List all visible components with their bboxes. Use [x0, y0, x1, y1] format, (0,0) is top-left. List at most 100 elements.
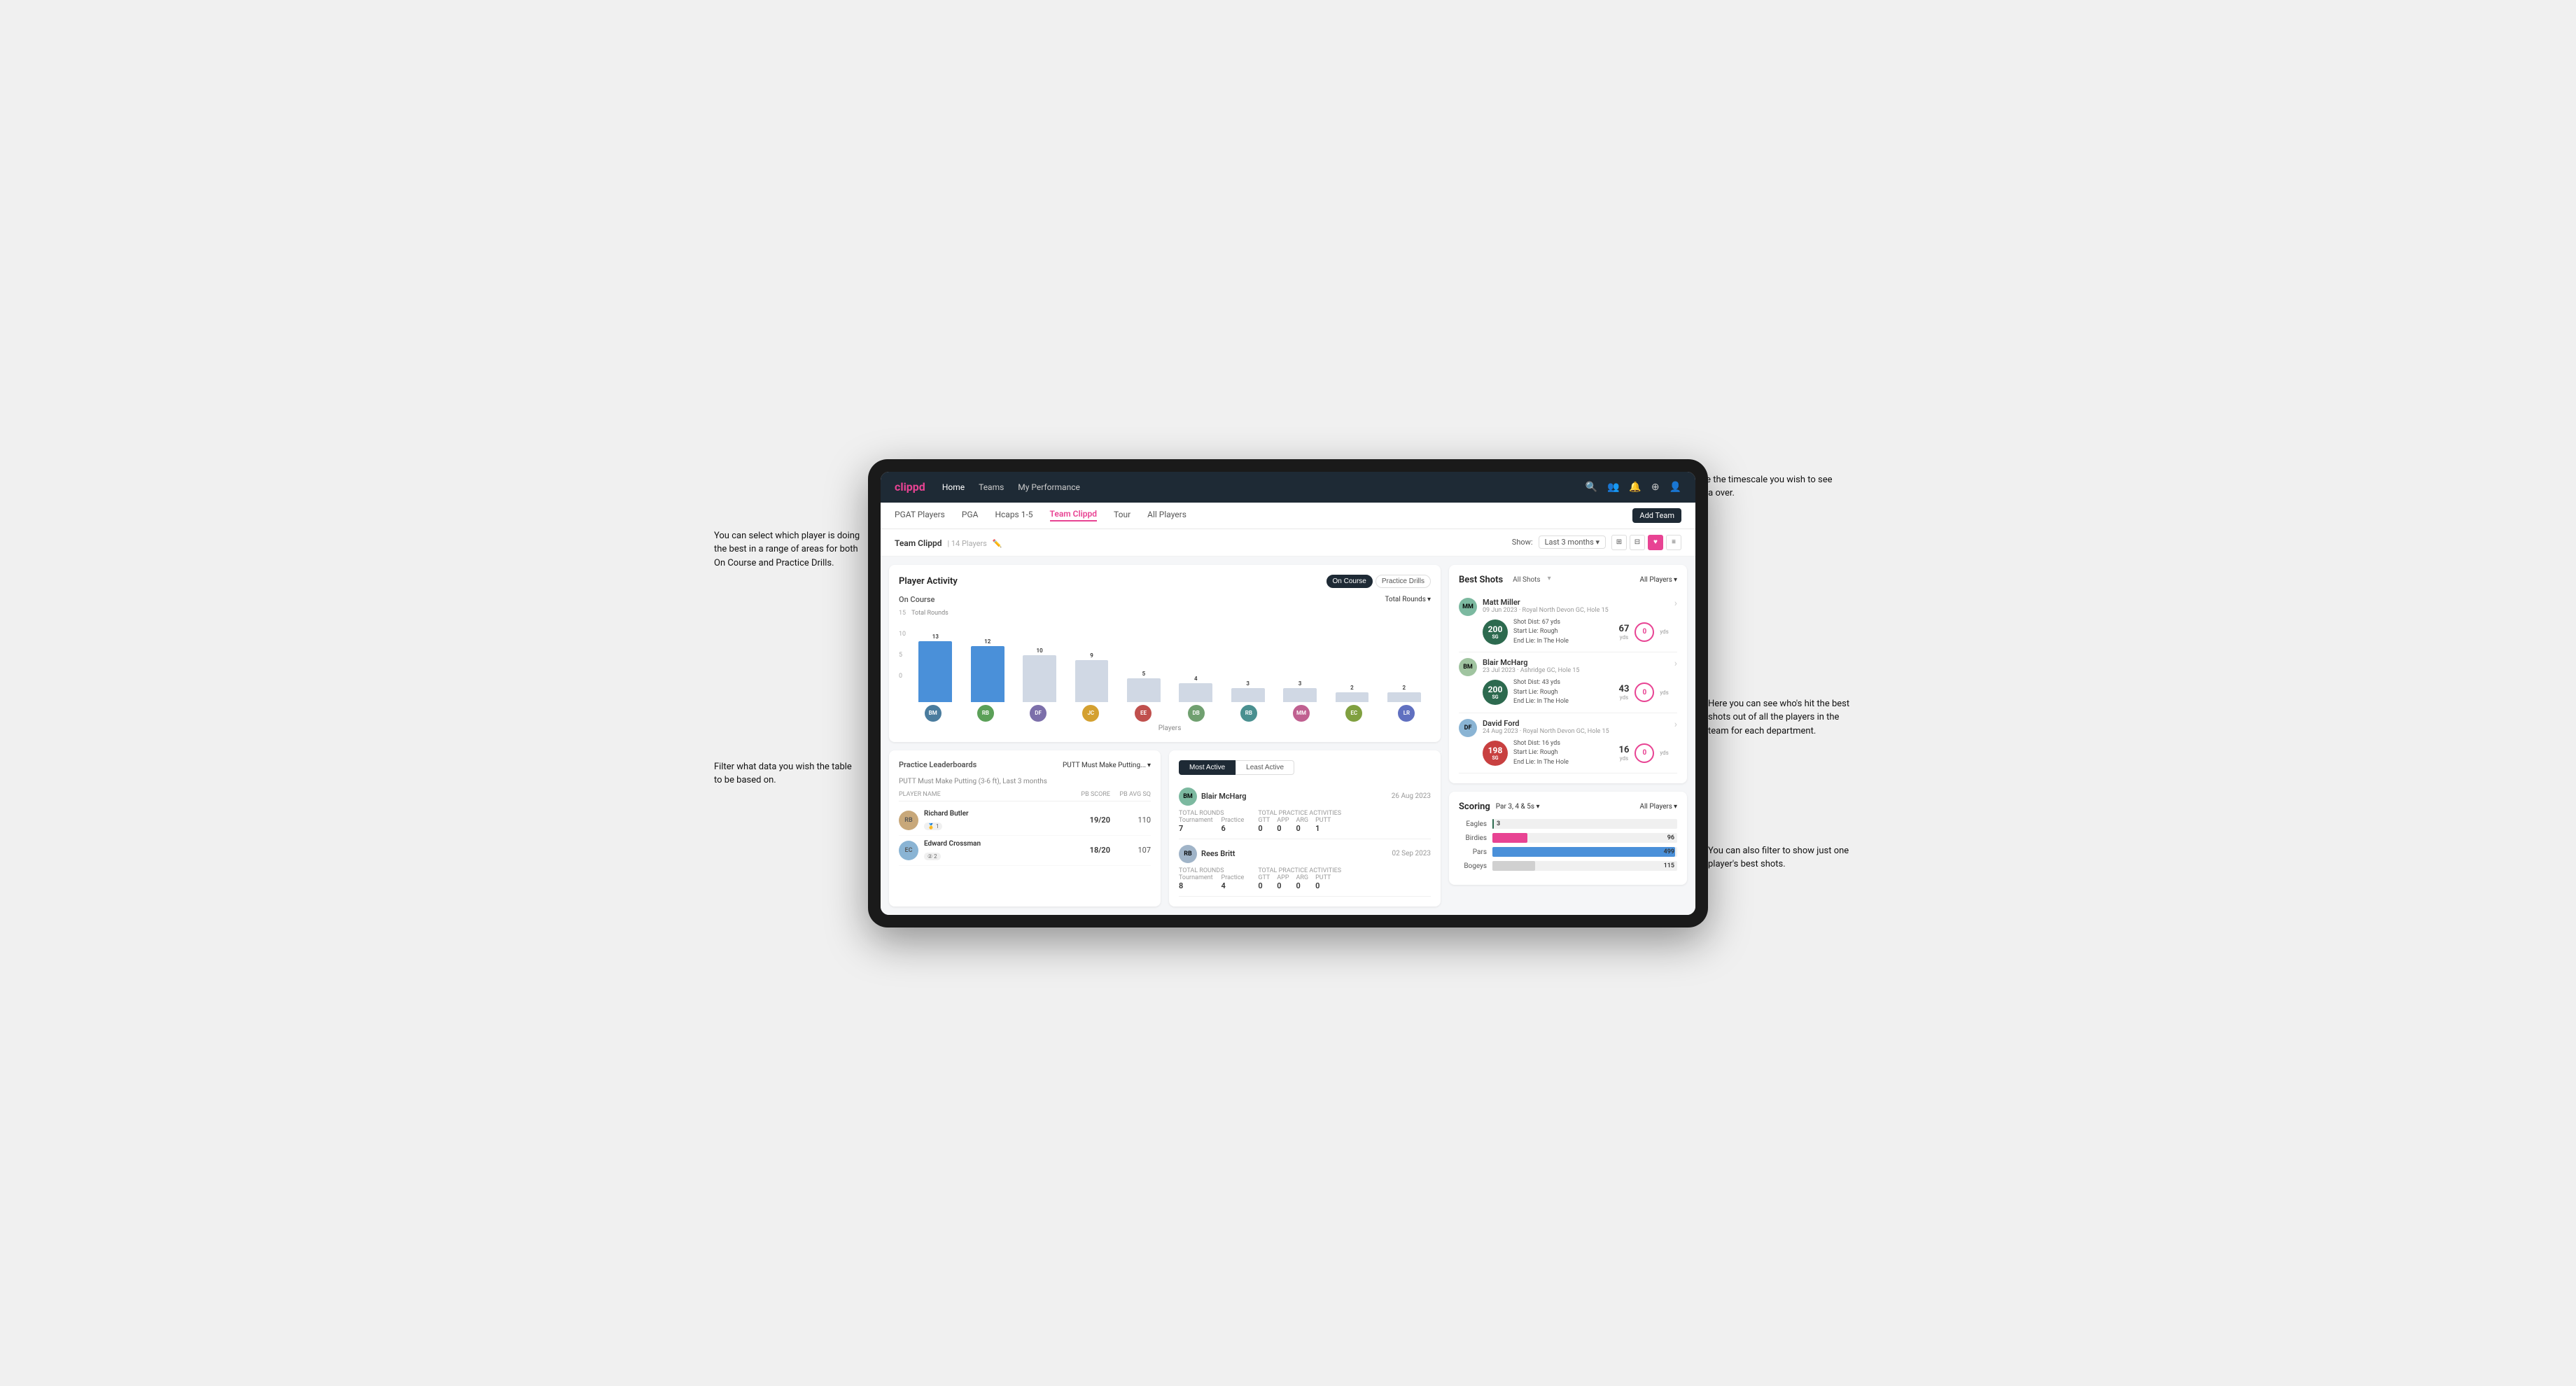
lb-rank-badge-1: 🥇 1 [924, 822, 942, 830]
practice-drills-toggle[interactable]: Practice Drills [1376, 575, 1431, 588]
tournament-label-1: Tournament [1179, 817, 1213, 824]
score-label-2: SG [1492, 694, 1498, 700]
sub-nav-tour[interactable]: Tour [1114, 510, 1130, 521]
people-icon[interactable]: 👥 [1607, 482, 1619, 493]
best-shots-card: Best Shots All Shots ▾ All Players ▾ M [1449, 565, 1687, 784]
active-date-2: 02 Sep 2023 [1392, 850, 1431, 858]
bar-group-5: 4 [1172, 676, 1219, 702]
shot-arrow-2[interactable]: › [1674, 658, 1677, 669]
annotation-player-select: You can select which player is doing the… [714, 529, 861, 570]
view-heart-icon[interactable]: ♥ [1648, 535, 1663, 550]
bar-container-4 [1120, 678, 1168, 701]
bar-group-7: 3 [1276, 680, 1324, 702]
player-avatar-3: JC [1082, 705, 1099, 722]
app-val-1: 0 [1277, 824, 1289, 833]
bar-9 [1387, 692, 1421, 701]
practice-label-2: Practice [1222, 874, 1245, 881]
player-avatar-1: RB [977, 705, 994, 722]
sub-nav-hcaps[interactable]: Hcaps 1-5 [995, 510, 1032, 521]
bogeys-bar-wrap: 115 [1492, 861, 1677, 871]
shot-info-3: David Ford 24 Aug 2023 · Royal North Dev… [1483, 719, 1669, 768]
shot-avatar-3: DF [1459, 719, 1477, 737]
score-label-1: SG [1492, 634, 1498, 640]
on-course-toggle[interactable]: On Course [1326, 575, 1373, 588]
shot-player-name-2: Blair McHarg [1483, 658, 1669, 667]
nav-item-home[interactable]: Home [942, 482, 965, 492]
player-avatar-8: EC [1345, 705, 1362, 722]
gtt-group-2: GTT 0 [1258, 874, 1270, 890]
all-players-dropdown[interactable]: All Players ▾ [1639, 576, 1677, 584]
putt-group-2: PUTT 0 [1315, 874, 1331, 890]
bar-group-2: 10 [1016, 648, 1063, 702]
shot-player-detail-1: 09 Jun 2023 · Royal North Devon GC, Hole… [1483, 607, 1669, 614]
bar-container-1 [964, 646, 1011, 702]
player-avatar-6: RB [1240, 705, 1257, 722]
best-shots-header: Best Shots All Shots ▾ All Players ▾ [1459, 575, 1677, 585]
user-icon[interactable]: 👤 [1670, 482, 1681, 493]
all-shots-tab[interactable]: All Shots [1507, 575, 1546, 585]
add-circle-icon[interactable]: ⊕ [1651, 482, 1660, 493]
player-avatar-7: MM [1293, 705, 1310, 722]
putt-val-2: 0 [1315, 881, 1331, 890]
shot-text-2: Shot Dist: 43 ydsStart Lie: RoughEnd Lie… [1513, 678, 1613, 707]
tournament-group-2: Tournament 8 [1179, 874, 1213, 890]
lb-rank-badge-2: ② 2 [924, 853, 941, 860]
drill-dropdown[interactable]: PUTT Must Make Putting... ▾ [1063, 762, 1151, 769]
view-list-icon[interactable]: ⊟ [1630, 535, 1645, 550]
player-activity-title: Player Activity [899, 576, 958, 587]
tournament-val-2: 8 [1179, 881, 1213, 890]
shot-arrow-3[interactable]: › [1674, 719, 1677, 730]
tablet-screen: clippd Home Teams My Performance 🔍 👥 🔔 ⊕… [881, 472, 1695, 915]
active-stats-1: Total Rounds Tournament 7 Practice [1179, 810, 1431, 833]
lb-row-1: RB Richard Butler 🥇 1 19/20 110 [899, 806, 1151, 836]
least-active-tab[interactable]: Least Active [1236, 760, 1294, 775]
active-player-entry-2: RB Rees Britt 02 Sep 2023 Total Rounds [1179, 839, 1431, 897]
bell-icon[interactable]: 🔔 [1629, 482, 1641, 493]
shot-yds-unit-1: yds [1618, 634, 1629, 640]
active-date-1: 26 Aug 2023 [1392, 792, 1431, 800]
timescale-dropdown[interactable]: Last 3 months ▾ [1539, 536, 1606, 549]
view-grid-icon[interactable]: ⊞ [1611, 535, 1627, 550]
nav-item-my-performance[interactable]: My Performance [1018, 482, 1080, 492]
putt-group-1: PUTT 1 [1315, 817, 1331, 833]
shot-score-1: 200 SG [1483, 620, 1508, 645]
lb-col-score: PB SCORE [1075, 791, 1110, 798]
y-axis-15: 15 [899, 610, 906, 617]
par-dropdown[interactable]: Par 3, 4 & 5s ▾ [1496, 803, 1540, 811]
search-icon[interactable]: 🔍 [1586, 482, 1597, 493]
shot-arrow-1[interactable]: › [1674, 598, 1677, 609]
putt-label-1: PUTT [1315, 817, 1331, 824]
gtt-val-2: 0 [1258, 881, 1270, 890]
chart-metric-dropdown[interactable]: Total Rounds ▾ [1385, 596, 1431, 603]
scoring-players-dropdown[interactable]: All Players ▾ [1639, 803, 1677, 811]
lb-avg-2: 107 [1116, 846, 1151, 855]
most-active-tab[interactable]: Most Active [1179, 760, 1236, 775]
edit-team-icon[interactable]: ✏️ [993, 539, 1002, 548]
scoring-bars: Eagles 3 Birdies [1459, 819, 1677, 871]
sub-nav-pga[interactable]: PGA [962, 510, 979, 521]
y-axis-title: Total Rounds [909, 610, 1431, 617]
shot-entry-2: BM Blair McHarg 23 Jul 2023 · Ashridge G… [1459, 652, 1677, 713]
sub-nav-all-players[interactable]: All Players [1147, 510, 1186, 521]
shot-text-3: Shot Dist: 16 ydsStart Lie: RoughEnd Lie… [1513, 739, 1613, 768]
shot-details-1: 200 SG Shot Dist: 67 ydsStart Lie: Rough… [1483, 618, 1669, 647]
eagles-value: 3 [1497, 820, 1518, 827]
bogeys-bar [1492, 861, 1535, 871]
sub-nav-pgat[interactable]: PGAT Players [895, 510, 945, 521]
view-icons: ⊞ ⊟ ♥ ≡ [1611, 535, 1681, 550]
lb-subtitle: PUTT Must Make Putting (3-6 ft), Last 3 … [899, 778, 1151, 785]
shot-player-name-3: David Ford [1483, 719, 1669, 728]
nav-item-teams[interactable]: Teams [979, 482, 1004, 492]
lb-column-headers: PLAYER NAME PB SCORE PB AVG SQ [899, 791, 1151, 802]
most-active-card: Most Active Least Active BM Blair McHarg [1169, 750, 1441, 906]
sub-nav-team-clippd[interactable]: Team Clippd [1050, 509, 1097, 522]
shot-zero-3: 0 [1634, 743, 1654, 763]
active-avatar-2: RB [1179, 845, 1197, 863]
bar-container-6 [1224, 688, 1271, 702]
lb-player-info-2: Edward Crossman ② 2 [924, 840, 1070, 861]
add-team-button[interactable]: Add Team [1632, 508, 1681, 523]
bar-value-5: 4 [1194, 676, 1198, 682]
shot-yds-2: 43 yds [1618, 684, 1629, 701]
view-filter-icon[interactable]: ≡ [1666, 535, 1681, 550]
bar-1 [971, 646, 1004, 702]
